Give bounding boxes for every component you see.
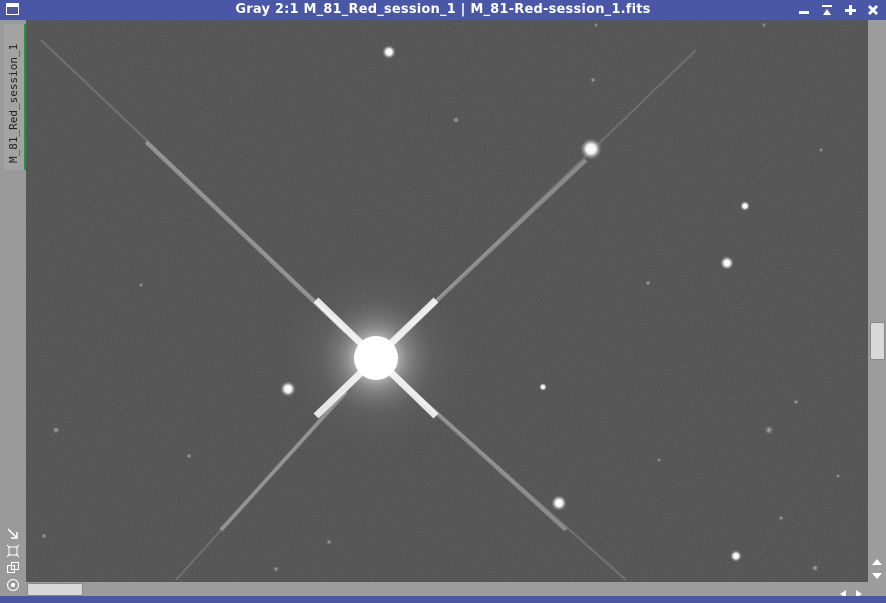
vertical-scrollbar[interactable] bbox=[868, 20, 886, 582]
maximize-icon[interactable] bbox=[843, 3, 857, 17]
scroll-left-icon[interactable] bbox=[838, 584, 848, 598]
bright-star bbox=[281, 263, 471, 453]
close-icon[interactable] bbox=[866, 3, 880, 17]
window-title: Gray 2:1 M_81_Red_session_1 | M_81-Red-s… bbox=[235, 2, 651, 17]
image-window: Gray 2:1 M_81_Red_session_1 | M_81-Red-s… bbox=[0, 0, 886, 600]
shade-icon[interactable] bbox=[820, 3, 834, 17]
minimize-icon[interactable] bbox=[797, 3, 811, 17]
view-tab-label: M_81_Red_session_1 bbox=[7, 43, 20, 163]
vertical-scroll-thumb[interactable] bbox=[870, 322, 885, 360]
scroll-up-icon[interactable] bbox=[871, 552, 883, 565]
target-icon[interactable] bbox=[6, 577, 20, 591]
star-field-image bbox=[26, 20, 868, 582]
zoom-to-fit-icon[interactable] bbox=[6, 543, 20, 558]
image-viewport[interactable] bbox=[26, 20, 868, 582]
view-tab[interactable]: M_81_Red_session_1 bbox=[4, 24, 26, 170]
scroll-down-icon[interactable] bbox=[871, 566, 883, 579]
scroll-corner bbox=[868, 582, 886, 596]
window-bottom-border bbox=[0, 596, 886, 600]
scroll-right-icon[interactable] bbox=[854, 584, 864, 598]
horizontal-scrollbar[interactable] bbox=[26, 582, 868, 598]
fit-view-icon[interactable] bbox=[6, 526, 20, 540]
clone-icon[interactable] bbox=[6, 560, 20, 574]
title-bar[interactable]: Gray 2:1 M_81_Red_session_1 | M_81-Red-s… bbox=[0, 0, 886, 20]
horizontal-scroll-thumb[interactable] bbox=[27, 583, 83, 596]
